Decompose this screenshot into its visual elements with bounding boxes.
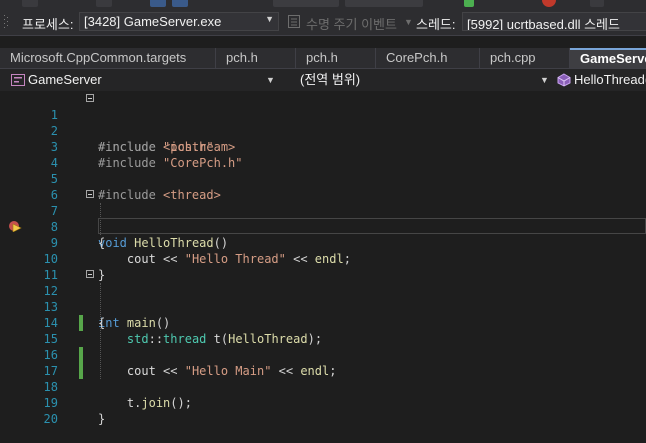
thread-value: [5992] ucrtbased.dll 스레드	[467, 17, 620, 31]
save-icon[interactable]	[150, 0, 166, 7]
continue-icon[interactable]	[464, 0, 474, 7]
code-editor[interactable]: 1 #include "pch.h" 2 #include <iostream>…	[0, 91, 646, 426]
code-line: 5 #include <thread>	[0, 155, 646, 202]
project-name: GameServer	[28, 72, 102, 87]
code-line: 1 #include "pch.h"	[0, 91, 646, 154]
code-line: 19 }	[0, 379, 646, 426]
chevron-down-icon[interactable]: ▼	[404, 17, 413, 27]
config-combo[interactable]	[273, 0, 339, 7]
tab-corepch-h[interactable]: CorePch.h	[376, 48, 480, 68]
chevron-down-icon: ▼	[266, 75, 275, 85]
tab-pch-cpp[interactable]: pch.cpp	[480, 48, 570, 68]
tab-label: pch.cpp	[490, 50, 536, 65]
toolbar-grip-icon[interactable]	[3, 15, 9, 29]
restart-icon[interactable]	[590, 0, 604, 7]
lifecycle-events-label[interactable]: 수명 주기 이벤트	[306, 14, 397, 33]
code-line: 7 void HelloThread()	[0, 187, 646, 250]
thread-label: 스레드:	[416, 17, 456, 32]
scope-name: (전역 범위)	[300, 72, 361, 87]
collapse-icon[interactable]	[86, 190, 94, 198]
code-line: 17	[0, 347, 646, 378]
lifecycle-events-icon[interactable]	[288, 15, 300, 28]
code-line: 6	[0, 171, 646, 202]
code-line: 16 cout << "Hello Main" << endl;	[0, 331, 646, 378]
tab-label: Microsoft.CppCommon.targets	[10, 50, 187, 65]
code-line: 2 #include <iostream>	[0, 107, 646, 154]
line-number: 20	[43, 412, 58, 426]
new-item-icon[interactable]	[96, 0, 112, 7]
code-line: 15	[0, 315, 646, 346]
code-text: }	[98, 412, 106, 426]
member-dropdown[interactable]: HelloThread()	[555, 71, 646, 89]
save-all-icon[interactable]	[172, 0, 188, 7]
tab-pch-h-2[interactable]: pch.h	[296, 48, 376, 68]
chevron-down-icon: ▼	[540, 75, 549, 85]
debug-location-toolbar: 프로세스: [3428] GameServer.exe ▼ 수명 주기 이벤트 …	[0, 9, 646, 36]
code-line: 9 cout << "Hello Thread" << endl;	[0, 219, 646, 266]
cpp-file-icon	[11, 74, 25, 86]
process-combo[interactable]: [3428] GameServer.exe ▼	[79, 12, 279, 31]
project-dropdown[interactable]: GameServer ▼	[8, 71, 278, 89]
collapse-icon[interactable]	[86, 94, 94, 102]
code-line: 18 t.join();	[0, 363, 646, 410]
code-line: 13 {	[0, 283, 646, 330]
back-icon[interactable]	[22, 0, 38, 7]
tab-label: GameServer.cpp	[580, 51, 646, 66]
thread-combo[interactable]: [5992] ucrtbased.dll 스레드	[462, 12, 646, 31]
process-label: 프로세스:	[22, 17, 74, 32]
member-name: HelloThread()	[574, 72, 646, 87]
scope-dropdown[interactable]: (전역 범위) ▼	[284, 71, 549, 89]
process-value: [3428] GameServer.exe	[84, 14, 222, 29]
tab-pch-h-1[interactable]: pch.h	[216, 48, 296, 68]
stop-icon[interactable]	[542, 0, 556, 7]
chevron-down-icon: ▼	[265, 14, 274, 24]
tab-label: pch.h	[306, 50, 338, 65]
code-line: 14 std::thread t(HelloThread);	[0, 299, 646, 346]
code-line: 3 #include "CorePch.h"	[0, 123, 646, 170]
code-line: 4	[0, 139, 646, 170]
tab-label: CorePch.h	[386, 50, 448, 65]
code-line: 20	[0, 395, 646, 426]
collapse-icon[interactable]	[86, 270, 94, 278]
code-line: 11	[0, 251, 646, 282]
platform-combo[interactable]	[345, 0, 423, 7]
tab-gameserver-cpp[interactable]: GameServer.cpp	[570, 48, 646, 68]
main-toolbar	[0, 0, 646, 9]
code-line: 8 {	[0, 203, 646, 250]
code-line: 10 }	[0, 235, 646, 282]
navigation-bar: GameServer ▼ (전역 범위) ▼ HelloThread()	[0, 68, 646, 91]
class-member-icon	[557, 73, 571, 87]
document-tabs: Microsoft.CppCommon.targets pch.h pch.h …	[0, 48, 646, 68]
tab-label: pch.h	[226, 50, 258, 65]
code-line: 12 int main()	[0, 267, 646, 330]
tab-cppcommon-targets[interactable]: Microsoft.CppCommon.targets	[0, 48, 216, 68]
